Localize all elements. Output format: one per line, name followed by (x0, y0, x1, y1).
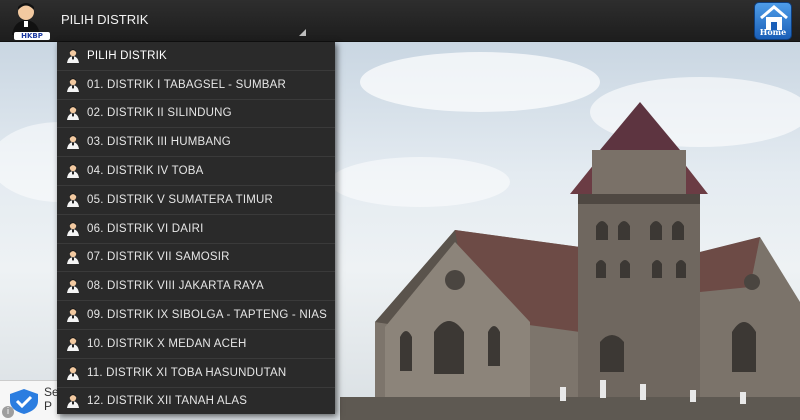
pastor-icon (65, 77, 81, 93)
pastor-icon (65, 336, 81, 352)
dropdown-item[interactable]: 08. DISTRIK VIII JAKARTA RAYA (57, 272, 335, 302)
dropdown-item[interactable]: 11. DISTRIK XI TOBA HASUNDUTAN (57, 359, 335, 388)
pastor-icon (65, 221, 81, 237)
dropdown-item[interactable]: 02. DISTRIK II SILINDUNG (57, 100, 335, 129)
pastor-icon (65, 192, 81, 208)
dropdown-item-label: 02. DISTRIK II SILINDUNG (87, 107, 232, 120)
dropdown-item[interactable]: 05. DISTRIK V SUMATERA TIMUR (57, 186, 335, 215)
district-spinner[interactable]: PILIH DISTRIK (56, 0, 306, 42)
pastor-icon (65, 365, 81, 381)
pastor-icon (65, 249, 81, 265)
dropdown-item[interactable]: 03. DISTRIK III HUMBANG (57, 128, 335, 158)
dropdown-item[interactable]: 10. DISTRIK X MEDAN ACEH (57, 330, 335, 359)
dropdown-item[interactable]: 04. DISTRIK IV TOBA (57, 157, 335, 186)
ad-banner[interactable]: Se P i (0, 380, 60, 420)
spinner-selected-value: PILIH DISTRIK (61, 12, 149, 27)
pastor-icon (65, 307, 81, 323)
dropdown-item-label: 12. DISTRIK XII TANAH ALAS (87, 395, 248, 408)
dropdown-item-label: 03. DISTRIK III HUMBANG (87, 136, 231, 149)
dropdown-item-label: 11. DISTRIK XI TOBA HASUNDUTAN (87, 366, 287, 379)
dropdown-item-label: 10. DISTRIK X MEDAN ACEH (87, 337, 247, 350)
dropdown-item-label: 09. DISTRIK IX SIBOLGA - TAPTENG - NIAS (87, 309, 327, 322)
pastor-icon (65, 278, 81, 294)
pastor-icon (65, 48, 81, 64)
pastor-icon (65, 105, 81, 121)
dropdown-item-label: 07. DISTRIK VII SAMOSIR (87, 251, 230, 264)
dropdown-item-label: 08. DISTRIK VIII JAKARTA RAYA (87, 280, 264, 293)
action-bar: HKBP PILIH DISTRIK Home (0, 0, 800, 42)
home-button[interactable]: Home (754, 2, 792, 40)
dropdown-item-label: 05. DISTRIK V SUMATERA TIMUR (87, 193, 274, 206)
dropdown-item[interactable]: 07. DISTRIK VII SAMOSIR (57, 244, 335, 273)
dropdown-item-label: 04. DISTRIK IV TOBA (87, 165, 204, 178)
dropdown-item[interactable]: 09. DISTRIK IX SIBOLGA - TAPTENG - NIAS (57, 301, 335, 330)
dropdown-item[interactable]: PILIH DISTRIK (57, 42, 335, 71)
dropdown-item[interactable]: 01. DISTRIK I TABAGSEL - SUMBAR (57, 71, 335, 100)
pastor-icon (65, 163, 81, 179)
dropdown-item[interactable]: 12. DISTRIK XII TANAH ALAS (57, 388, 335, 414)
dropdown-item-label: PILIH DISTRIK (87, 49, 167, 62)
home-button-label: Home (759, 27, 787, 37)
pastor-icon (65, 393, 81, 409)
spinner-arrow-icon (299, 29, 306, 36)
dropdown-item-label: 01. DISTRIK I TABAGSEL - SUMBAR (87, 78, 286, 91)
dropdown-item[interactable]: 06. DISTRIK VI DAIRI (57, 215, 335, 244)
app-logo-icon[interactable]: HKBP (6, 1, 50, 41)
dropdown-item-label: 06. DISTRIK VI DAIRI (87, 222, 204, 235)
pastor-icon (65, 134, 81, 150)
district-dropdown-list: PILIH DISTRIK 01. DISTRIK I TABAGSEL - SU… (57, 42, 335, 414)
app-logo-label: HKBP (14, 32, 50, 40)
ad-info-icon[interactable]: i (2, 406, 14, 418)
